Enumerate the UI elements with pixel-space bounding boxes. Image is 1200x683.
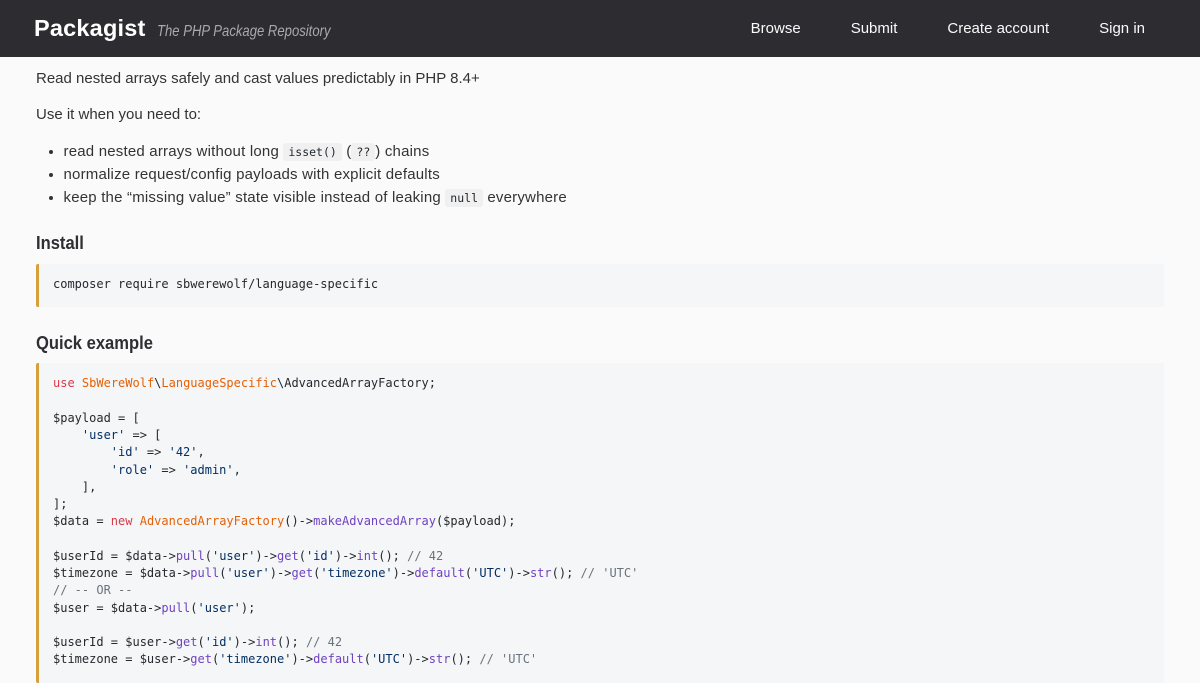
nav-item-submit: Submit [851, 20, 898, 38]
nav-link-browse[interactable]: Browse [751, 20, 801, 37]
install-heading-text: Install [36, 233, 84, 253]
quick-example-heading-text: Quick example [36, 333, 153, 353]
site-tagline: The PHP Package Repository [157, 23, 331, 41]
code-line: ]; [53, 496, 1150, 513]
feature-list-item: normalize request/config payloads with e… [64, 163, 1165, 186]
feature-list-item: keep the “missing value” state visible i… [64, 186, 1165, 209]
code-line: $userId = $data->pull('user')->get('id')… [53, 548, 1150, 565]
inline-code: null [445, 189, 483, 207]
intro-paragraph: Read nested arrays safely and cast value… [36, 67, 1164, 90]
packagist-logo[interactable]: Packagist [34, 15, 146, 42]
nav-link-create-account[interactable]: Create account [947, 20, 1049, 37]
feature-list: read nested arrays without long isset() … [36, 140, 1164, 210]
code-line: ​ [53, 531, 1150, 548]
feature-list-item: read nested arrays without long isset() … [64, 140, 1165, 163]
quick-example-heading: Quick example [36, 333, 1164, 353]
inline-code: ?? [351, 143, 375, 161]
code-line: $data = new AdvancedArrayFactory()->make… [53, 513, 1150, 530]
inline-code: isset() [283, 143, 341, 161]
code-line: $payload = [ [53, 410, 1150, 427]
use-when-paragraph: Use it when you need to: [36, 103, 1164, 126]
code-line: use SbWereWolf\LanguageSpecific\Advanced… [53, 375, 1150, 392]
code-line: 'id' => '42', [53, 444, 1150, 461]
install-heading: Install [36, 233, 1164, 253]
example-code-block: use SbWereWolf\LanguageSpecific\Advanced… [36, 363, 1164, 682]
code-line: // -- OR -- [53, 582, 1150, 599]
readme-content: Read nested arrays safely and cast value… [36, 57, 1164, 683]
nav-item-sign-in: Sign in [1099, 20, 1145, 38]
code-line: ], [53, 479, 1150, 496]
install-code-block: composer require sbwerewolf/language-spe… [36, 264, 1164, 307]
brand-group: Packagist The PHP Package Repository [36, 15, 363, 42]
top-navbar: Packagist The PHP Package Repository Bro… [0, 0, 1200, 57]
nav-item-create-account: Create account [947, 20, 1049, 38]
code-line: $userId = $user->get('id')->int(); // 42 [53, 634, 1150, 651]
code-line: $timezone = $data->pull('user')->get('ti… [53, 565, 1150, 582]
nav-link-submit[interactable]: Submit [851, 20, 898, 37]
code-line: $user = $data->pull('user'); [53, 600, 1150, 617]
code-line: ​ [53, 393, 1150, 410]
code-line: 'user' => [ [53, 427, 1150, 444]
nav-link-sign-in[interactable]: Sign in [1099, 20, 1145, 37]
code-line: 'role' => 'admin', [53, 462, 1150, 479]
nav-item-browse: Browse [751, 20, 801, 38]
code-line: ​ [53, 617, 1150, 634]
install-command: composer require sbwerewolf/language-spe… [53, 277, 378, 291]
main-nav: Browse Submit Create account Sign in [751, 20, 1164, 38]
code-line: $timezone = $user->get('timezone')->defa… [53, 651, 1150, 668]
